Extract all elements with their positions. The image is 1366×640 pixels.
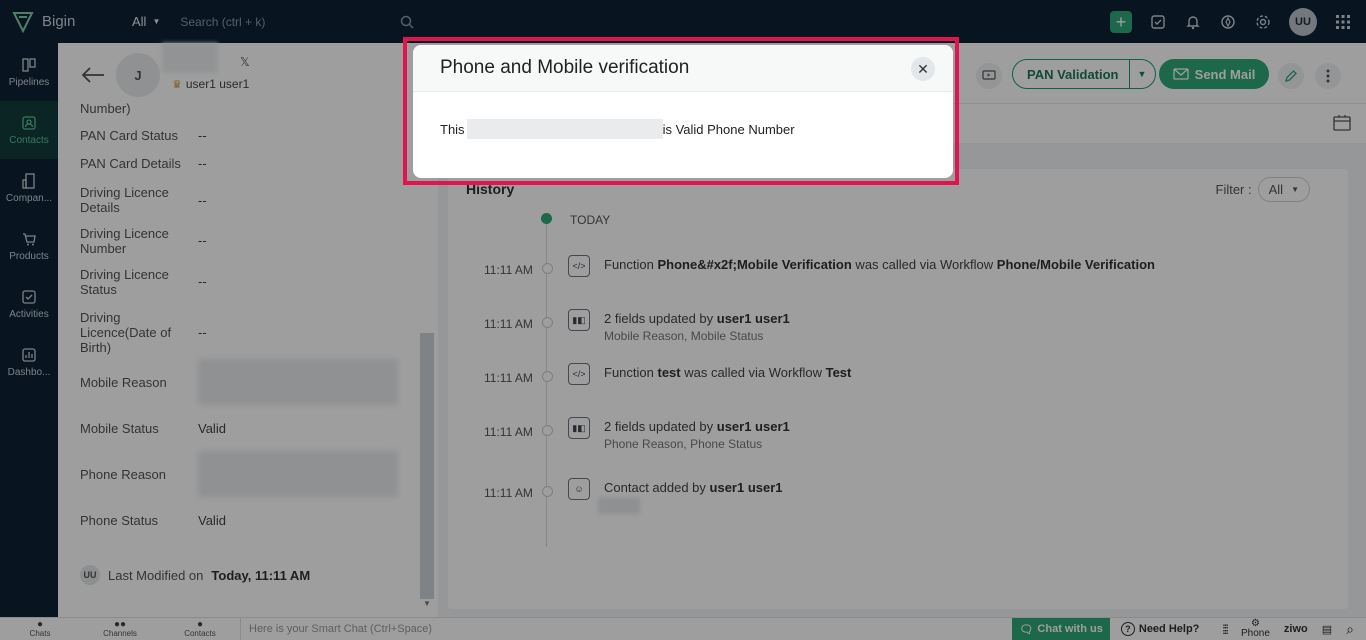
verification-dialog: Phone and Mobile verification ✕ This is … [413, 45, 953, 178]
dialog-message-prefix: This [440, 121, 465, 137]
dialog-header: Phone and Mobile verification [413, 45, 953, 92]
dialog-message-suffix: is Valid Phone Number [662, 121, 795, 137]
dialog-body: This is Valid Phone Number [413, 92, 953, 166]
dialog-title: Phone and Mobile verification [440, 57, 690, 78]
close-icon[interactable]: ✕ [911, 57, 935, 81]
phone-number-redacted [466, 119, 663, 139]
